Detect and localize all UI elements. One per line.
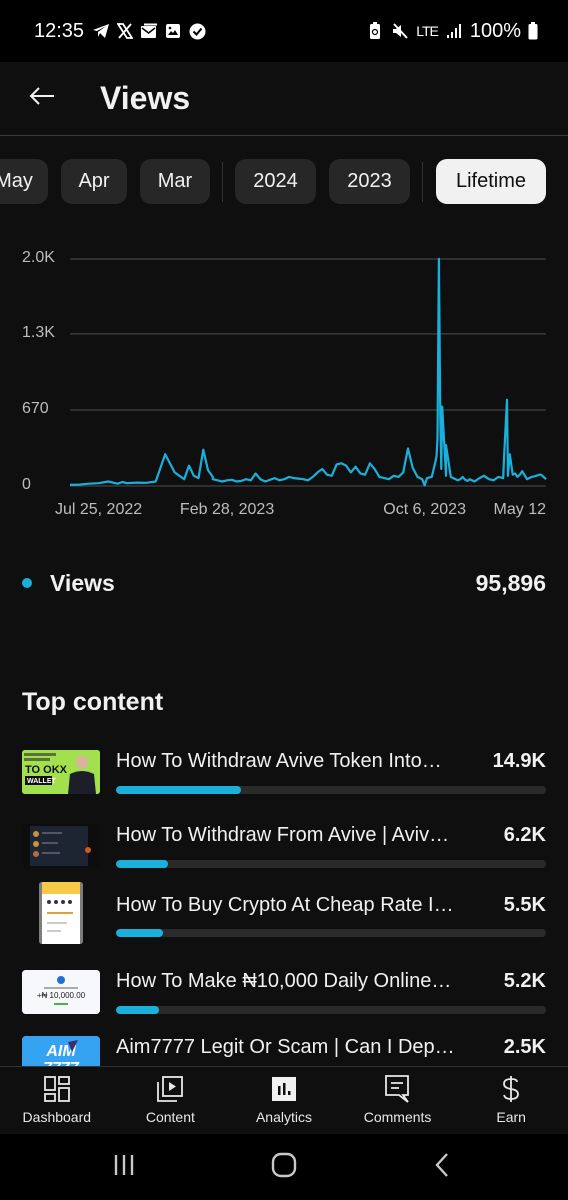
content-title: How To Buy Crypto At Cheap Rate I… <box>116 894 454 916</box>
okx-wallet-thumbnail: TO OKX WALLET <box>22 750 100 794</box>
avive-app-thumbnail <box>22 824 100 868</box>
mail-icon <box>140 22 158 40</box>
status-time: 12:35 <box>34 19 85 42</box>
views-share-bar <box>116 1006 546 1014</box>
views-chart[interactable]: 0 670 1.3K 2.0K Jul 25, 2022 Feb 28, 2023 Oct… <box>0 240 568 530</box>
views-share-bar <box>116 929 546 937</box>
nav-label: Earn <box>496 1109 526 1125</box>
x-tick-label: Oct 6, 2023 <box>383 501 466 518</box>
views-share-bar <box>116 860 546 868</box>
content-views: 14.9K <box>492 750 546 772</box>
analytics-icon <box>270 1075 298 1103</box>
x-tick-label: Feb 28, 2023 <box>179 501 275 518</box>
nav-label: Analytics <box>255 1109 312 1125</box>
system-back-button[interactable] <box>422 1150 462 1184</box>
content-icon <box>156 1075 184 1103</box>
chip-2023[interactable]: 2023 <box>329 159 410 204</box>
content-item[interactable]: AIM 7777 Aim7777 Legit Or Scam | Can I D… <box>22 1030 546 1066</box>
crypto-app-thumbnail <box>39 882 83 944</box>
dashboard-icon <box>43 1075 71 1103</box>
arrow-left-icon <box>29 86 55 111</box>
content-item[interactable]: How To Buy Crypto At Cheap Rate I… 5.5K <box>22 882 546 962</box>
x-icon <box>116 22 134 40</box>
gallery-icon <box>164 22 182 40</box>
lte-icon: LTE <box>416 23 439 39</box>
signal-icon <box>445 22 463 40</box>
chip-2024[interactable]: 2024 <box>235 159 316 204</box>
chip-divider <box>222 162 223 202</box>
content-views: 5.5K <box>503 894 546 916</box>
y-tick-label: 2.0K <box>22 249 55 266</box>
content-title: Aim7777 Legit Or Scam | Can I Dep… <box>116 1036 455 1058</box>
metric-summary: Views 95,896 <box>22 566 546 600</box>
nav-content[interactable]: Content <box>114 1067 228 1134</box>
chip-mar[interactable]: Mar <box>140 159 210 204</box>
status-left: 12:35 <box>34 20 206 43</box>
battery-percent: 100% <box>469 19 521 42</box>
home-button[interactable] <box>264 1150 304 1184</box>
views-share-fill <box>116 1006 159 1014</box>
y-tick-label: 0 <box>22 476 31 493</box>
chip-may[interactable]: May <box>0 159 48 204</box>
battery-icon <box>528 22 538 40</box>
content-title: How To Withdraw Avive Token Into… <box>116 750 442 772</box>
top-content-title: Top content <box>22 688 164 716</box>
check-circle-icon <box>188 22 206 40</box>
content-views: 5.2K <box>503 970 546 992</box>
comments-icon <box>384 1075 412 1103</box>
content-item[interactable]: How To Withdraw From Avive | Aviv… 6.2K <box>22 818 546 874</box>
content-item[interactable]: TO OKX WALLET How To Withdraw Avive Toke… <box>22 744 546 800</box>
nav-label: Comments <box>363 1109 432 1125</box>
thumb-amount: +₦ 10,000.00 <box>37 991 86 1000</box>
views-series-line <box>69 257 547 487</box>
naira-transfer-thumbnail: +₦ 10,000.00 <box>22 970 100 1014</box>
nav-earn[interactable]: Earn <box>454 1067 568 1134</box>
x-tick-label: May 12 <box>493 501 546 518</box>
legend-dot <box>22 578 32 588</box>
content-title: How To Make ₦10,000 Daily Online… <box>116 970 452 992</box>
views-share-fill <box>116 860 168 868</box>
content-title: How To Withdraw From Avive | Aviv… <box>116 824 450 846</box>
nav-label: Dashboard <box>22 1109 92 1125</box>
bottom-nav: Dashboard Content Analytics Comments Ear… <box>0 1066 568 1134</box>
views-share-fill <box>116 786 241 794</box>
chip-divider <box>422 162 423 202</box>
nav-dashboard[interactable]: Dashboard <box>0 1067 114 1134</box>
x-tick-label: Jul 25, 2022 <box>54 501 143 518</box>
content-views: 2.5K <box>503 1036 546 1058</box>
svg-text:TO OKX: TO OKX <box>25 764 68 776</box>
nav-label: Content <box>145 1109 195 1125</box>
chip-apr[interactable]: Apr <box>61 159 127 204</box>
recents-button[interactable] <box>104 1150 144 1184</box>
y-tick-label: 1.3K <box>22 323 55 341</box>
back-button[interactable] <box>22 79 62 119</box>
chip-lifetime[interactable]: Lifetime <box>436 159 546 204</box>
metric-total: 95,896 <box>475 569 546 596</box>
back-icon <box>434 1152 450 1183</box>
svg-text:WALLET: WALLET <box>27 778 56 785</box>
views-share-fill <box>116 929 164 937</box>
views-chart-svg <box>69 257 547 487</box>
nav-analytics[interactable]: Analytics <box>227 1067 341 1134</box>
telegram-icon <box>92 22 110 40</box>
home-icon <box>271 1152 297 1183</box>
top-content-list: TO OKX WALLET How To Withdraw Avive Toke… <box>0 744 568 1066</box>
dollar-icon <box>497 1075 525 1103</box>
mute-icon <box>391 22 409 40</box>
system-nav-bar <box>0 1134 568 1200</box>
aim7777-thumbnail: AIM 7777 <box>22 1036 100 1066</box>
content-item[interactable]: +₦ 10,000.00 How To Make ₦10,000 Daily O… <box>22 964 546 1020</box>
nav-comments[interactable]: Comments <box>341 1067 455 1134</box>
content-views: 6.2K <box>503 824 546 846</box>
views-share-bar <box>116 786 546 794</box>
period-chip-bar[interactable]: May Apr Mar 2024 2023 Lifetime <box>0 159 568 204</box>
status-right: LTE 100% <box>366 20 538 43</box>
app-header: Views <box>0 62 568 136</box>
battery-saver-icon <box>366 22 384 40</box>
recents-icon <box>112 1153 136 1182</box>
metric-label: Views <box>50 569 115 596</box>
y-tick-label: 670 <box>22 399 49 417</box>
status-bar: 12:35 LTE 100% <box>0 0 568 62</box>
page-title: Views <box>100 80 191 116</box>
